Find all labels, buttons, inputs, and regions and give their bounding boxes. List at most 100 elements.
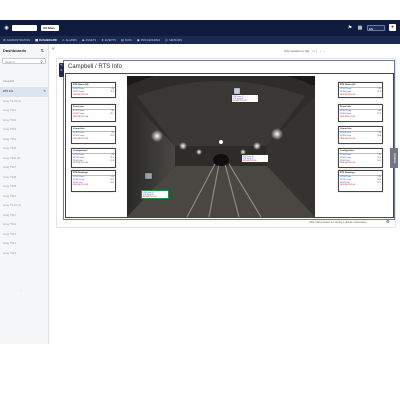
sidebar-item[interactable]: Array TS03 bbox=[0, 125, 49, 135]
status-card[interactable]: Prism Info RTS07 Prism OK RTS07 Temp 21.2 202… bbox=[338, 104, 383, 122]
status-card[interactable]: Comm Info RTS03 Prism OK RTS03 Temp 20.9 2023… bbox=[71, 126, 116, 144]
sidebar-item-label: Array TS05 bbox=[3, 147, 17, 150]
site-select[interactable] bbox=[12, 25, 37, 31]
sidebar-item[interactable]: Array TS13 bbox=[0, 230, 49, 240]
card-row-label[interactable]: RTS06 Prism bbox=[340, 88, 351, 90]
sidebar-item[interactable]: Array TS02 bbox=[0, 116, 49, 126]
card-row-label[interactable]: RTS05 Volt bbox=[73, 182, 83, 184]
sidebar-item[interactable]: Array TS-03 (C) bbox=[0, 97, 49, 107]
card-row-label[interactable]: RTS02 Prism bbox=[73, 110, 84, 112]
card-row-label[interactable]: RTS01 Temp bbox=[73, 91, 84, 93]
status-card[interactable]: Comm Info RTS08 Prism OK RTS08 Temp 20.8 2023… bbox=[338, 126, 383, 144]
prev-page-icon[interactable]: ‹ bbox=[320, 50, 321, 53]
nav-item-alarms[interactable]: ⚠ ALARMS bbox=[62, 38, 77, 42]
avatar[interactable]: ● bbox=[389, 24, 396, 31]
status-card[interactable]: Prism Info RTS02 Prism OK RTS02 Temp 21.1 202… bbox=[71, 104, 116, 122]
card-row-label[interactable]: RTS07 Prism bbox=[340, 110, 351, 112]
search-icon[interactable]: ⚲ bbox=[40, 59, 43, 65]
filter-row: Filter variables by flag 1 / 1 ‹ › bbox=[284, 50, 325, 53]
callout-ceiling[interactable]: RTS Prism 01 RTS Temp 01 2023-08-31 12:0… bbox=[231, 94, 259, 103]
card-row-label[interactable]: RTS09 Temp bbox=[340, 157, 351, 159]
card-row-label[interactable]: RTS05 Temp bbox=[73, 179, 84, 181]
nav-label: ADMINISTRATION bbox=[6, 38, 31, 42]
card-row-label[interactable]: RTS01 Prism bbox=[73, 88, 84, 90]
nav-label: DASHBOARD bbox=[39, 38, 57, 42]
card-row-value: OK bbox=[378, 87, 381, 90]
app-root: ◉ All Sites ⚑ ▦ EN ● ⚙ ADMINISTRATION ▦ DAS… bbox=[0, 0, 400, 400]
bell-icon[interactable]: ⚑ bbox=[347, 25, 353, 31]
card-row-label[interactable]: RTS10 Temp bbox=[340, 179, 351, 181]
nav-icon: ⚙ bbox=[3, 38, 6, 42]
card-row-label[interactable]: RTS09 Volt bbox=[340, 160, 350, 162]
card-row-label[interactable]: RTS08 Temp bbox=[340, 135, 351, 137]
card-row-value: 21.1 bbox=[110, 112, 114, 115]
card-timestamp: 2023-08-31 12:00 bbox=[340, 184, 355, 187]
card-row-value: 21.3 bbox=[110, 90, 114, 93]
card-row-value: 21.0 bbox=[110, 156, 114, 159]
app-logo-icon[interactable]: ◉ bbox=[3, 25, 10, 32]
status-card[interactable]: RTS Readings RTS05 Prism OK RTS05 Temp 20.7 R… bbox=[71, 170, 116, 192]
scroll-more-icon[interactable]: ⋮ bbox=[20, 288, 23, 292]
sidebar-item[interactable]: Array TS09 bbox=[0, 182, 49, 192]
sidebar-item[interactable]: Array TS10 bbox=[0, 192, 49, 202]
status-card[interactable]: Configuration RTS09 Prism OK RTS09 Temp 21.0… bbox=[338, 148, 383, 168]
nav-label: DATA bbox=[124, 38, 132, 42]
sidebar-item[interactable]: Array TS12 bbox=[0, 220, 49, 230]
variables-side-tab[interactable]: Variables bbox=[390, 148, 398, 168]
nav-item-administration[interactable]: ⚙ ADMINISTRATION bbox=[3, 38, 30, 42]
nav-item-sensors[interactable]: ◎ SENSORS bbox=[165, 38, 182, 42]
status-card[interactable]: RTS Readings RTS10 Prism OK RTS10 Temp 20.6 R… bbox=[338, 170, 383, 192]
card-row-label[interactable]: RTS03 Prism bbox=[73, 132, 84, 134]
callout-left[interactable]: RTS Prism 03 RTS Temp 03 2023-08-31 12:0… bbox=[141, 190, 169, 199]
card-row-label[interactable]: RTS04 Volt bbox=[73, 160, 83, 162]
card-row-label[interactable]: RTS04 Temp bbox=[73, 157, 84, 159]
sidebar-item[interactable]: Array TS08 bbox=[0, 173, 49, 183]
card-row-label[interactable]: RTS04 Prism bbox=[73, 154, 84, 156]
sidebar-item[interactable]: Array TS-10 (C) bbox=[0, 201, 49, 211]
collapse-sidebar-icon[interactable]: « bbox=[52, 46, 55, 52]
card-row-label[interactable]: RTS08 Prism bbox=[340, 132, 351, 134]
language-select[interactable]: EN bbox=[367, 24, 385, 31]
sidebar-item[interactable]: Array TS04 bbox=[0, 135, 49, 145]
sidebar-item[interactable]: Array TS14 bbox=[0, 239, 49, 249]
card-row-label[interactable]: RTS03 Temp bbox=[73, 135, 84, 137]
search-input[interactable]: Search ⚲ bbox=[2, 58, 46, 64]
card-row-label[interactable]: RTS02 Temp bbox=[73, 113, 84, 115]
next-page-icon[interactable]: › bbox=[324, 50, 325, 53]
sidebar-item[interactable]: Array TS05 bbox=[0, 144, 49, 154]
card-row-label[interactable]: RTS05 Prism bbox=[73, 176, 84, 178]
widget-menu-icon[interactable]: ≡ bbox=[59, 68, 64, 73]
widget-title: Campbell / RTS Info bbox=[68, 64, 122, 70]
sidebar-item[interactable]: Array TS06 (S) bbox=[0, 154, 49, 164]
nav-item-data[interactable]: ▤ DATA bbox=[121, 38, 132, 42]
nav-item-events[interactable]: ★ EVENTS bbox=[101, 38, 116, 42]
callout-center[interactable]: RTS Prism 02 RTS Temp 02 2023-08-31 12:0… bbox=[241, 154, 269, 163]
nav-icon: ▣ bbox=[136, 38, 140, 42]
add-dashboard-icon[interactable]: ⇅ bbox=[41, 48, 44, 53]
grid-icon[interactable]: ▦ bbox=[357, 25, 363, 31]
sidebar-item[interactable]: Array TS07 bbox=[0, 163, 49, 173]
sidebar-item-label: Array TS02 bbox=[3, 118, 17, 122]
status-card[interactable]: RTS Status (S) RTS06 Prism OK RTS06 Temp 21.… bbox=[338, 82, 383, 98]
nav-label: ASSETS bbox=[85, 38, 97, 42]
card-row-label[interactable]: RTS10 Prism bbox=[340, 176, 351, 178]
nav-item-assets[interactable]: ◆ ASSETS bbox=[82, 38, 96, 42]
nav-label: EVENTS bbox=[105, 38, 117, 42]
sidebar-item[interactable]: RTS Info ✎ bbox=[0, 87, 49, 97]
card-row-label[interactable]: RTS10 Volt bbox=[340, 182, 350, 184]
nav-item-procedures[interactable]: ▣ PROCEDURES bbox=[137, 38, 160, 42]
sidebar-item[interactable]: Array TS15 bbox=[0, 249, 49, 259]
card-row-label[interactable]: RTS06 Temp bbox=[340, 91, 351, 93]
sidebar-item[interactable]: Array TS01 bbox=[0, 106, 49, 116]
filter-label[interactable]: Filter variables by flag bbox=[284, 50, 309, 53]
edit-icon[interactable]: ✎ bbox=[43, 87, 46, 97]
gear-icon[interactable]: ⚙ bbox=[386, 219, 390, 224]
card-row-label[interactable]: RTS07 Temp bbox=[340, 113, 351, 115]
card-timestamp: 2023-08-31 12:00 bbox=[73, 162, 88, 165]
card-row-label[interactable]: RTS09 Prism bbox=[340, 154, 351, 156]
status-card[interactable]: Configuration RTS04 Prism OK RTS04 Temp 21.0… bbox=[71, 148, 116, 168]
sidebar-item[interactable]: Array TS11 bbox=[0, 211, 49, 221]
nav-item-dashboard[interactable]: ▦ DASHBOARD bbox=[35, 38, 57, 42]
org-select[interactable]: All Sites bbox=[41, 25, 59, 31]
status-card[interactable]: RTS Status (N) RTS01 Prism OK RTS01 Temp 21.… bbox=[71, 82, 116, 98]
